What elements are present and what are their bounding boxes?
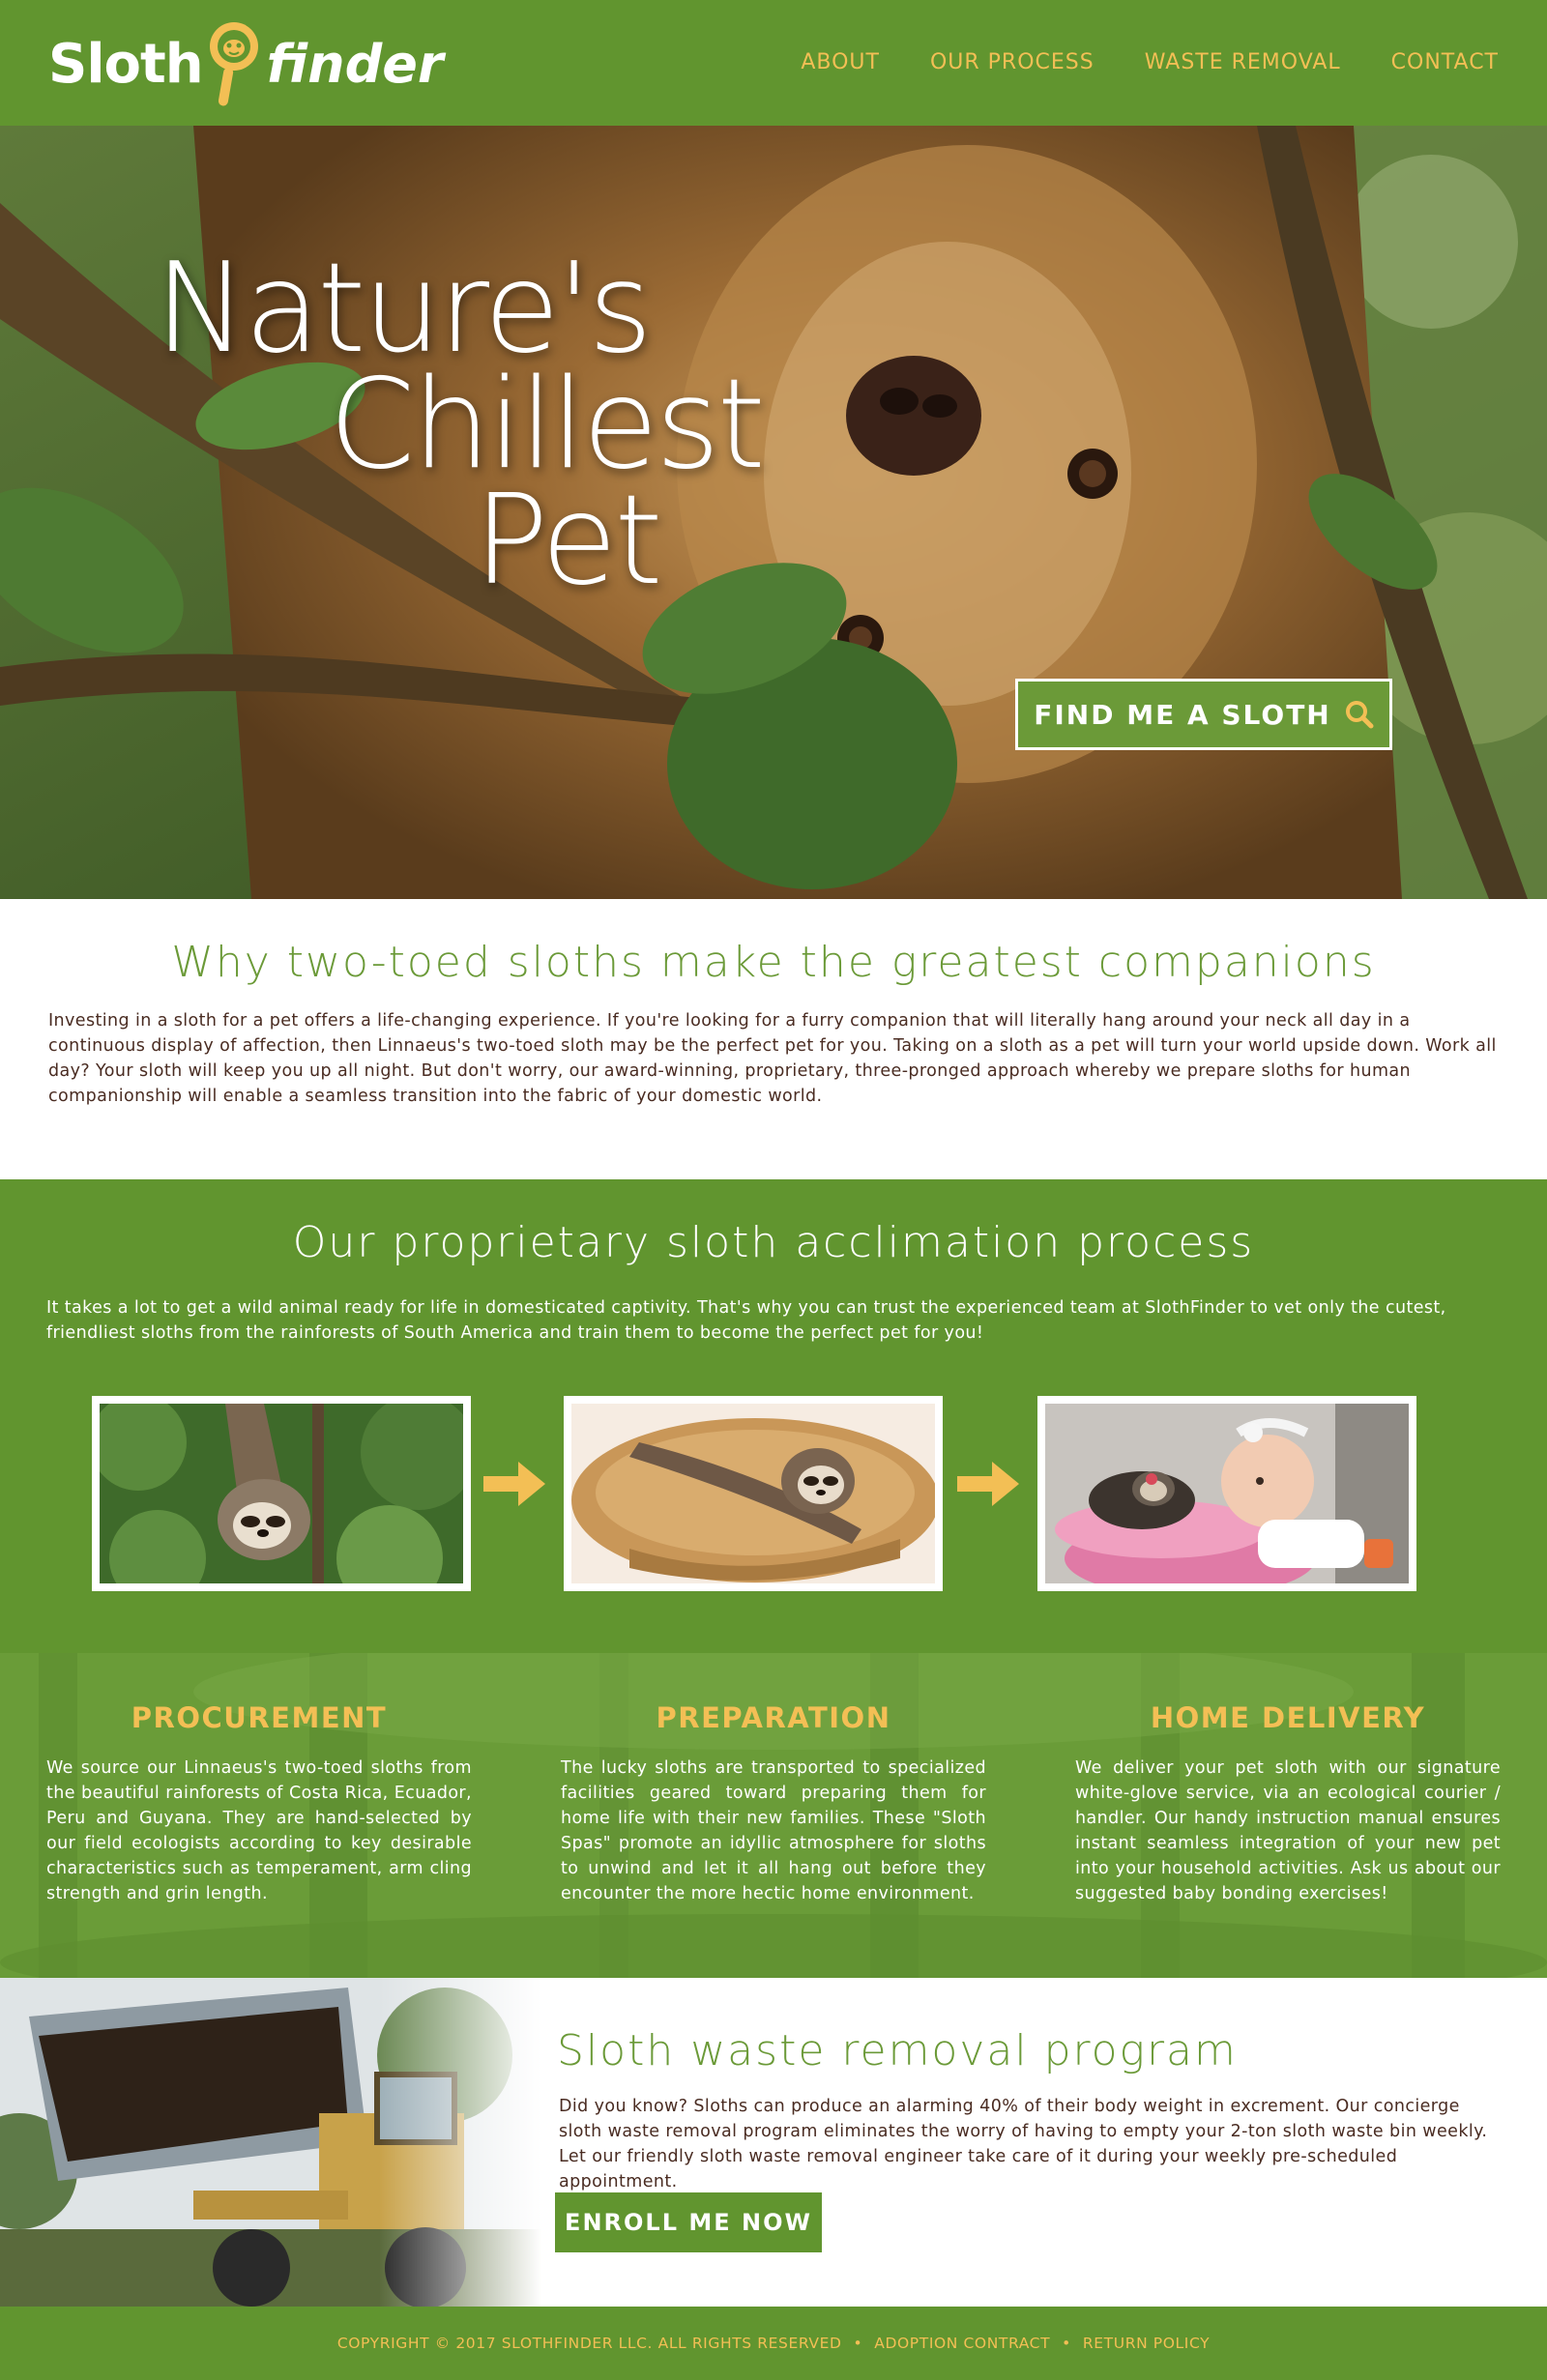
sloth-in-basket-photo [564, 1396, 943, 1591]
find-button-label: FIND ME A SLOTH [1034, 698, 1331, 731]
nav-contact[interactable]: CONTACT [1391, 50, 1499, 74]
process-heading: Our proprietary sloth acclimation proces… [292, 1218, 1255, 1267]
step-home-delivery: HOME DELIVERY We deliver your pet sloth … [1075, 1701, 1501, 1906]
footer-separator: • [853, 2335, 863, 2352]
why-heading: Why two-toed sloths make the greatest co… [171, 938, 1376, 987]
enroll-me-now-button[interactable]: ENROLL ME NOW [555, 2192, 822, 2252]
waste-removal-section: Sloth waste removal program Did you know… [0, 1978, 1547, 2307]
step-title: PROCUREMENT [131, 1701, 388, 1734]
steps-section: PROCUREMENT We source our Linnaeus's two… [0, 1653, 1547, 1978]
find-me-a-sloth-button[interactable]: FIND ME A SLOTH [1015, 679, 1392, 750]
step-title: HOME DELIVERY [1150, 1701, 1426, 1734]
nav-about[interactable]: ABOUT [801, 50, 880, 74]
nav-waste-removal[interactable]: WASTE REMOVAL [1145, 50, 1341, 74]
logo-text-finder: finder [266, 33, 444, 95]
hero-title: Nature's Chillest Pet [155, 237, 766, 613]
bulldozer-photo [0, 1978, 541, 2307]
copyright-text: COPYRIGHT © 2017 SLOTHFINDER LLC. ALL RI… [336, 2335, 842, 2352]
why-section: Why two-toed sloths make the greatest co… [0, 899, 1547, 1179]
sloth-with-baby-photo [1037, 1396, 1416, 1591]
magnifier-sloth-icon [209, 22, 258, 106]
hero-title-line-1: Nature's [155, 237, 653, 381]
step-title: PREPARATION [656, 1701, 891, 1734]
main-nav: ABOUT OUR PROCESS WASTE REMOVAL CONTACT [801, 50, 1499, 74]
footer-separator: • [1062, 2335, 1071, 2352]
nav-our-process[interactable]: OUR PROCESS [930, 50, 1095, 74]
step-body: We deliver your pet sloth with our signa… [1075, 1758, 1501, 1903]
logo-text-sloth: Sloth [48, 32, 204, 96]
site-header: Sloth finder ABOUT OUR PROCESS WASTE REM… [0, 0, 1547, 126]
step-body: The lucky sloths are transported to spec… [561, 1758, 986, 1903]
step-body: We source our Linnaeus's two-toed sloths… [46, 1758, 472, 1903]
hero: Nature's Chillest Pet FIND ME A SLOTH [0, 126, 1547, 899]
sloth-in-tree-photo [92, 1396, 471, 1591]
step-procurement: PROCUREMENT We source our Linnaeus's two… [46, 1701, 472, 1906]
process-body: It takes a lot to get a wild animal read… [46, 1298, 1446, 1343]
site-footer: COPYRIGHT © 2017 SLOTHFINDER LLC. ALL RI… [0, 2307, 1547, 2380]
why-body: Investing in a sloth for a pet offers a … [48, 1011, 1497, 1106]
return-policy-link[interactable]: RETURN POLICY [1083, 2335, 1210, 2352]
adoption-contract-link[interactable]: ADOPTION CONTRACT [874, 2335, 1050, 2352]
waste-heading: Sloth waste removal program [557, 2026, 1238, 2075]
process-section: Our proprietary sloth acclimation proces… [0, 1179, 1547, 1653]
search-icon [1345, 701, 1374, 729]
step-preparation: PREPARATION The lucky sloths are transpo… [561, 1701, 986, 1906]
logo[interactable]: Sloth finder [48, 17, 444, 110]
hero-title-line-3: Pet [474, 469, 663, 613]
arrow-right-icon [957, 1462, 1019, 1506]
hero-title-line-2: Chillest [329, 353, 766, 497]
arrow-right-icon [483, 1462, 545, 1506]
waste-body: Did you know? Sloths can produce an alar… [559, 2097, 1488, 2191]
